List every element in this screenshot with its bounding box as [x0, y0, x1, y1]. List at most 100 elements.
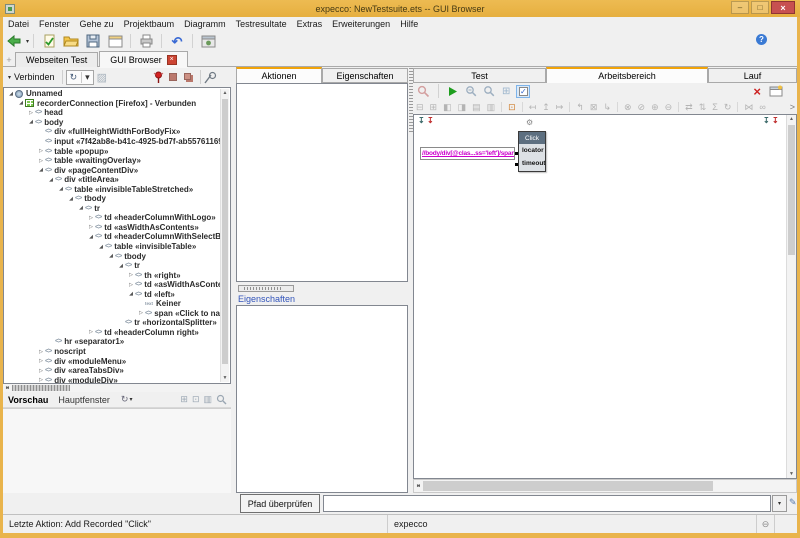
tree-expander-icon[interactable]: ◢ — [17, 100, 25, 106]
tree-expander-icon[interactable]: ◢ — [57, 186, 65, 192]
tab-lauf[interactable]: Lauf — [708, 68, 797, 83]
tree-expander-icon[interactable]: ▷ — [87, 224, 95, 230]
tree-row[interactable]: <>div «fullHeightWidthForBodyFix» — [4, 127, 221, 137]
tree-expander-icon[interactable]: ◢ — [27, 119, 35, 125]
tree-expander-icon[interactable]: ◢ — [67, 196, 75, 202]
resize-box-icon[interactable]: ⊠ — [590, 101, 598, 113]
tree-row[interactable]: ▷<>div «moduleMenu» — [4, 356, 221, 366]
help-icon[interactable]: ? — [756, 34, 767, 45]
error-pin-icon[interactable]: ↧ — [772, 117, 779, 125]
window-shade-icon[interactable]: ⊟ — [416, 101, 424, 113]
print-icon[interactable] — [137, 33, 155, 50]
run-icon[interactable] — [447, 86, 458, 97]
tree-expander-icon[interactable]: ▷ — [87, 329, 95, 335]
record-icon[interactable] — [153, 71, 164, 84]
scrollbar-thumb[interactable] — [222, 99, 228, 364]
pin-slash-icon[interactable]: ⊘ — [638, 101, 646, 113]
tree-row[interactable]: ▷<>td «asWidthAsContents» — [4, 223, 221, 233]
input-pin-icon[interactable]: ↧ — [418, 117, 425, 125]
open-folder-icon[interactable] — [62, 33, 80, 50]
tree-expander-icon[interactable]: ◢ — [47, 177, 55, 183]
canvas-vertical-scrollbar[interactable]: ▲ ▼ — [786, 115, 796, 478]
pin-plus-icon[interactable]: ⊕ — [651, 101, 659, 113]
menu-fenster[interactable]: Fenster — [34, 19, 75, 29]
arrow-right-icon[interactable]: ↦ — [556, 101, 564, 113]
chain-icon[interactable]: ∞ — [759, 101, 765, 113]
menu-gehe-zu[interactable]: Gehe zu — [75, 19, 119, 29]
settings-window-icon[interactable] — [199, 33, 217, 50]
tree-row[interactable]: <>tr «horizontalSplitter» — [4, 318, 221, 328]
tab-test[interactable]: Test — [413, 68, 546, 83]
zoom-out-icon[interactable] — [483, 85, 495, 97]
tab-hauptfenster[interactable]: Hauptfenster — [53, 395, 115, 405]
tree-expander-icon[interactable]: ▷ — [37, 368, 45, 374]
tree-row[interactable]: ◢<>td «headerColumnWithSelectBox center» — [4, 232, 221, 242]
block-pin-timeout[interactable]: timeout — [519, 157, 545, 170]
tab-aktionen[interactable]: Aktionen — [236, 67, 322, 83]
tree-expander-icon[interactable]: ▷ — [37, 377, 45, 383]
actions-list[interactable] — [236, 83, 408, 282]
tree-expander-icon[interactable]: ◢ — [87, 234, 95, 240]
canvas-horizontal-scrollbar[interactable]: ◄ ► — [413, 479, 797, 493]
path-input[interactable] — [323, 495, 771, 512]
tree-row[interactable]: textKeiner — [4, 299, 221, 309]
zoom-in-icon[interactable] — [465, 85, 477, 97]
tree-row[interactable]: ◢<>div «titleArea» — [4, 175, 221, 185]
tree-expander-icon[interactable]: ▷ — [27, 110, 35, 116]
add-tab-icon[interactable]: + — [3, 55, 15, 65]
tree-expander-icon[interactable]: ◢ — [107, 253, 115, 259]
sum-icon[interactable]: Σ — [712, 101, 718, 113]
window-right-icon[interactable]: ◨ — [458, 101, 467, 113]
tab-eigenschaften[interactable]: Eigenschaften — [322, 68, 408, 83]
menu-diagramm[interactable]: Diagramm — [179, 19, 231, 29]
tree-row[interactable]: ▷<>div «moduleDiv» — [4, 375, 221, 383]
tree-row[interactable]: ▷<>td «headerColumnWithLogo» — [4, 213, 221, 223]
tree-expander-icon[interactable]: ▷ — [37, 158, 45, 164]
refresh-icon[interactable]: ↻ — [67, 72, 81, 83]
window-left-icon[interactable]: ◧ — [443, 101, 452, 113]
tree-row[interactable]: <>hr «separator1» — [4, 337, 221, 347]
tree-expander-icon[interactable]: ▷ — [127, 272, 135, 278]
menu-erweiterungen[interactable]: Erweiterungen — [327, 19, 395, 29]
scroll-down-icon[interactable]: ▼ — [221, 374, 229, 382]
toolbar-overflow-icon[interactable]: > — [790, 102, 795, 112]
accept-document-icon[interactable] — [40, 33, 58, 50]
tree-row[interactable]: ▷<>span «Click to navigate to the lo — [4, 309, 221, 319]
tree-expander-icon[interactable]: ◢ — [77, 205, 85, 211]
tree-row[interactable]: ▷<>head — [4, 108, 221, 118]
scrollbar-thumb[interactable] — [788, 125, 795, 255]
tree-row[interactable]: ◢<>tbody — [4, 251, 221, 261]
tree-row[interactable]: ▷<>div «areaTabsDiv» — [4, 366, 221, 376]
tree-row[interactable]: ▷<>td «asWidthAsContents» — [4, 280, 221, 290]
menu-projektbaum[interactable]: Projektbaum — [119, 19, 180, 29]
close-button[interactable]: × — [771, 1, 795, 14]
tree-expander-icon[interactable]: ◢ — [37, 167, 45, 173]
detach-window-icon[interactable] — [769, 85, 783, 97]
diagram-canvas[interactable]: ↧ ↧ ↧ ↧ ⚙ //body/div[@clas...ss='left']/… — [413, 114, 797, 479]
preview-refresh-icon[interactable]: ↻ — [121, 394, 129, 405]
back-dropdown-icon[interactable]: ▾ — [26, 38, 29, 45]
click-action-block[interactable]: Click locator timeout — [518, 131, 546, 172]
grid-toggle-icon[interactable]: ⊞ — [502, 86, 510, 97]
path-dropdown-button[interactable]: ▾ — [772, 495, 787, 512]
tree-row[interactable]: ◢<>table «invisibleTableStretched» — [4, 184, 221, 194]
back-button[interactable] — [5, 33, 23, 50]
scroll-up-icon[interactable]: ▲ — [787, 115, 796, 123]
scroll-up-icon[interactable]: ▲ — [221, 89, 229, 97]
window-columns-icon[interactable]: ▥ — [487, 101, 496, 113]
undo-icon[interactable]: ↶ — [168, 33, 186, 50]
menu-extras[interactable]: Extras — [292, 19, 328, 29]
scrollbar-thumb[interactable] — [12, 385, 70, 391]
magnifier-icon[interactable] — [216, 394, 227, 405]
snap-toggle-button[interactable]: ✓ — [516, 85, 530, 98]
window-split-icon[interactable]: ⊞ — [430, 101, 438, 113]
preview-refresh-dropdown-icon[interactable]: ▾ — [129, 396, 132, 403]
output-pin-icon[interactable]: ↧ — [763, 117, 770, 125]
menu-hilfe[interactable]: Hilfe — [395, 19, 423, 29]
pin-minus-icon[interactable]: ⊖ — [665, 101, 673, 113]
stop-all-icon[interactable] — [184, 73, 191, 80]
tab-vorschau[interactable]: Vorschau — [3, 395, 53, 405]
tree-row[interactable]: <>input «7f42ab8e-b41c-4925-bd7f-ab55761… — [4, 137, 221, 147]
menu-testresultate[interactable]: Testresultate — [231, 19, 292, 29]
new-action-icon[interactable]: ⊡ — [508, 101, 516, 113]
